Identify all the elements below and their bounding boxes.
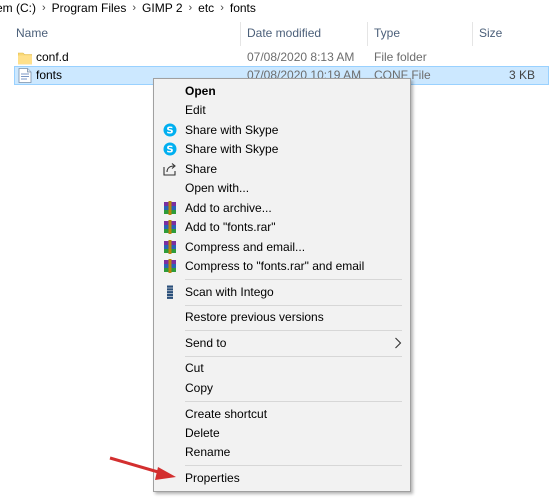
menu-label: Add to archive... <box>185 201 272 215</box>
menu-label: Scan with Intego <box>185 285 274 299</box>
menu-label: Copy <box>185 381 214 395</box>
winrar-icon <box>164 201 176 215</box>
menu-item-share-skype[interactable]: S Share with Skype <box>154 140 410 159</box>
winrar-icon <box>164 220 176 234</box>
breadcrumb-chevron-icon[interactable]: › <box>130 2 138 14</box>
folder-icon <box>18 52 32 65</box>
winrar-icon <box>164 259 176 273</box>
skype-icon: S <box>163 123 177 137</box>
menu-item-copy[interactable]: Copy <box>154 379 410 398</box>
menu-item-open-with[interactable]: Open with... <box>154 179 410 198</box>
menu-item-compress-rar-email[interactable]: Compress to "fonts.rar" and email <box>154 257 410 276</box>
file-date: 07/08/2020 8:13 AM <box>247 50 355 64</box>
column-header-name[interactable]: Name <box>10 22 240 44</box>
menu-separator <box>185 401 402 402</box>
breadcrumb-fonts[interactable]: fonts <box>226 1 260 15</box>
intego-icon <box>167 285 173 299</box>
menu-label: Compress and email... <box>185 240 306 254</box>
menu-separator <box>185 465 402 466</box>
breadcrumb-drive[interactable]: em (C:) <box>0 1 40 15</box>
menu-separator <box>185 279 402 280</box>
menu-item-open[interactable]: Open <box>154 82 410 101</box>
menu-label: Compress to "fonts.rar" and email <box>185 259 365 273</box>
menu-item-add-archive[interactable]: Add to archive... <box>154 199 410 218</box>
file-name: fonts <box>36 68 63 82</box>
menu-label: Send to <box>185 336 227 350</box>
breadcrumb: em (C:) › Program Files › GIMP 2 › etc ›… <box>0 0 549 16</box>
menu-item-add-rar[interactable]: Add to "fonts.rar" <box>154 218 410 237</box>
menu-item-send-to[interactable]: Send to <box>154 334 410 353</box>
menu-separator <box>185 305 402 306</box>
menu-separator <box>185 356 402 357</box>
menu-label: Open with... <box>185 181 250 195</box>
column-header-type[interactable]: Type <box>368 22 472 44</box>
share-icon <box>163 163 176 176</box>
skype-icon: S <box>163 142 177 156</box>
menu-item-share-skype[interactable]: S Share with Skype <box>154 121 410 140</box>
menu-label: Create shortcut <box>185 407 268 421</box>
svg-text:S: S <box>166 126 173 137</box>
file-row[interactable]: conf.d 07/08/2020 8:13 AM File folder <box>14 48 549 67</box>
menu-item-properties[interactable]: Properties <box>154 469 410 488</box>
breadcrumb-program-files[interactable]: Program Files <box>48 1 131 15</box>
menu-item-scan-intego[interactable]: Scan with Intego <box>154 283 410 302</box>
menu-label: Open <box>185 84 216 98</box>
menu-label: Rename <box>185 445 231 459</box>
column-header-date[interactable]: Date modified <box>241 22 367 44</box>
menu-label: Properties <box>185 471 240 485</box>
menu-label: Share with Skype <box>185 142 279 156</box>
menu-label: Share <box>185 162 218 176</box>
conf-file-icon <box>18 68 32 83</box>
menu-item-create-shortcut[interactable]: Create shortcut <box>154 405 410 424</box>
menu-label: Share with Skype <box>185 123 279 137</box>
breadcrumb-etc[interactable]: etc <box>194 1 218 15</box>
file-name: conf.d <box>36 50 69 64</box>
chevron-right-icon <box>395 337 402 349</box>
winrar-icon <box>164 240 176 254</box>
menu-item-edit[interactable]: Edit <box>154 101 410 120</box>
menu-item-compress-email[interactable]: Compress and email... <box>154 238 410 257</box>
svg-text:S: S <box>166 145 173 156</box>
menu-label: Cut <box>185 361 204 375</box>
file-size: 3 KB <box>508 68 535 82</box>
menu-item-cut[interactable]: Cut <box>154 359 410 378</box>
menu-label: Add to "fonts.rar" <box>185 220 276 234</box>
menu-item-share[interactable]: Share <box>154 160 410 179</box>
menu-label: Edit <box>185 103 206 117</box>
menu-separator <box>185 330 402 331</box>
breadcrumb-chevron-icon[interactable]: › <box>187 2 195 14</box>
menu-item-rename[interactable]: Rename <box>154 443 410 462</box>
menu-label: Restore previous versions <box>185 310 324 324</box>
menu-item-restore-versions[interactable]: Restore previous versions <box>154 308 410 327</box>
breadcrumb-chevron-icon[interactable]: › <box>40 2 48 14</box>
breadcrumb-chevron-icon[interactable]: › <box>218 2 226 14</box>
breadcrumb-gimp[interactable]: GIMP 2 <box>138 1 186 15</box>
file-type: File folder <box>374 50 427 64</box>
menu-item-delete[interactable]: Delete <box>154 424 410 443</box>
column-header-size[interactable]: Size <box>473 22 549 44</box>
menu-label: Delete <box>185 426 220 440</box>
context-menu: Open Edit S Share with Skype S Share wit… <box>153 78 411 492</box>
